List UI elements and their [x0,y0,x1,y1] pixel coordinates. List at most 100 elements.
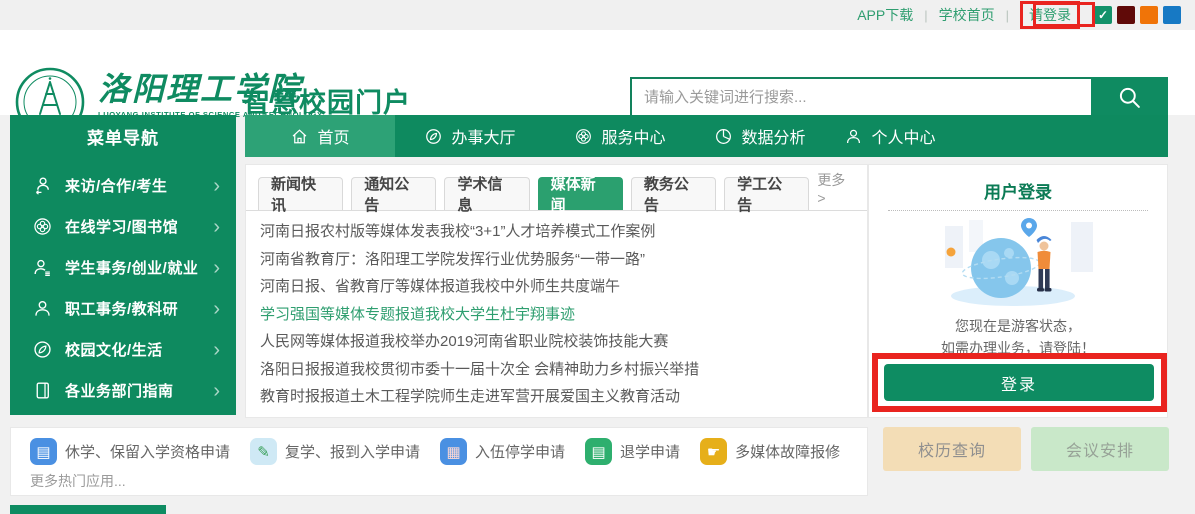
person-icon [844,127,863,146]
sidebar-item-visitors[interactable]: 来访/合作/考生 › [10,165,236,206]
document-icon: ▤ [585,438,612,465]
quick-link-multimedia-repair[interactable]: ☛ 多媒体故障报修 [700,438,840,465]
nav-item-service-hall[interactable]: 办事大厅 [395,115,545,157]
search-icon [1117,85,1143,111]
quick-link-suspend-study[interactable]: ▤ 休学、保留入学资格申请 [30,438,230,465]
sidebar-item-label: 在线学习/图书馆 [65,216,178,237]
green-check-square[interactable]: ✓ [1094,6,1112,24]
please-login-link[interactable]: 请登录 [1029,7,1071,23]
service-flower-icon [574,127,593,146]
chevron-right-icon: › [213,382,220,400]
search-button[interactable] [1091,77,1168,118]
quick-link-military-leave[interactable]: ▦ 入伍停学申请 [440,438,565,465]
quick-link-label: 休学、保留入学资格申请 [65,441,230,462]
chevron-right-icon: › [213,218,220,236]
nav-item-label: 数据分析 [741,124,805,148]
compass-icon [32,339,56,361]
search-bar [630,77,1168,118]
news-item[interactable]: 学习强国等媒体专题报道我校大学生杜宇翔事迹 [260,301,857,329]
school-homepage-link[interactable]: 学校首页 [939,5,995,25]
divider: | [924,8,927,23]
quick-link-resume-study[interactable]: ✎ 复学、报到入学申请 [250,438,420,465]
sidebar-item-campus-culture[interactable]: 校园文化/生活 › [10,329,236,370]
quick-link-label: 复学、报到入学申请 [285,441,420,462]
orange-square[interactable] [1140,6,1158,24]
login-panel-title: 用户登录 [868,178,1168,203]
tab-media-news[interactable]: 媒体新闻 [538,177,623,210]
sidebar-item-label: 来访/合作/考生 [65,175,167,196]
person-icon [32,298,56,320]
tab-academic-affairs[interactable]: 教务公告 [631,177,716,210]
guest-illustration [923,216,1113,311]
sidebar-item-label: 校园文化/生活 [65,339,163,360]
person-figure [1037,236,1052,292]
news-item[interactable]: 洛阳日报报道我校贯彻市委十一届十次全 会精神助力乡村振兴举措 [260,356,857,384]
partial-section-header [10,505,166,514]
sidebar-item-online-learning[interactable]: 在线学习/图书馆 › [10,206,236,247]
quick-link-label: 入伍停学申请 [475,441,565,462]
news-tabs: 新闻快讯 通知公告 学术信息 媒体新闻 教务公告 学工公告 更多> [246,165,867,211]
main-nav: 首页 办事大厅 服务中心 数据分析 [245,115,1168,157]
app-download-link[interactable]: APP下载 [857,5,913,25]
sidebar-item-label: 各业务部门指南 [65,380,174,401]
chevron-right-icon: › [213,259,220,277]
guest-status-line2: 如需办理业务，请登陆！ [868,338,1168,358]
chevron-right-icon: › [213,341,220,359]
nav-item-label: 个人中心 [871,124,935,148]
maroon-square[interactable] [1117,6,1135,24]
news-item[interactable]: 教育时报报道土木工程学院师生走进军营开展爱国主义教育活动 [260,383,857,411]
person-list-icon [32,257,56,279]
sidebar-menu: 来访/合作/考生 › 在线学习/图书馆 › 学生事务/创业/就业 › 职工事务/… [10,157,236,415]
sidebar-item-staff-affairs[interactable]: 职工事务/教科研 › [10,288,236,329]
home-icon [290,127,309,146]
sidebar-item-department-guide[interactable]: 各业务部门指南 › [10,370,236,411]
guest-status-line1: 您现在是游客状态， [868,316,1168,336]
quick-link-label: 退学申请 [620,441,680,462]
meeting-schedule-button[interactable]: 会议安排 [1031,427,1169,471]
news-item[interactable]: 河南日报、省教育厅等媒体报道我校中外师生共度端午 [260,273,857,301]
compass-icon [424,127,443,146]
annotation-box-top-login: 请登录 [1020,1,1080,29]
login-button[interactable]: 登录 [884,364,1154,401]
chevron-right-icon: › [213,177,220,195]
blue-square[interactable] [1163,6,1181,24]
news-panel: 新闻快讯 通知公告 学术信息 媒体新闻 教务公告 学工公告 更多> 河南日报农村… [245,164,868,418]
more-news-link[interactable]: 更多> [817,170,853,206]
news-item[interactable]: 河南日报农村版等媒体发表我校“3+1”人才培养模式工作案例 [260,218,857,246]
chevron-right-icon: › [213,300,220,318]
calculator-icon: ▦ [440,438,467,465]
quick-links-row: ▤ 休学、保留入学资格申请 ✎ 复学、报到入学申请 ▦ 入伍停学申请 ▤ 退学申… [30,438,840,465]
document-pen-icon: ▤ [30,438,57,465]
quick-link-label: 多媒体故障报修 [735,441,840,462]
nav-item-home[interactable]: 首页 [245,115,395,157]
service-flower-icon [32,216,56,238]
quick-link-withdrawal[interactable]: ▤ 退学申请 [585,438,680,465]
theme-color-squares: ✓ [1094,6,1181,24]
nav-item-label: 首页 [317,124,349,148]
sidebar-item-student-affairs[interactable]: 学生事务/创业/就业 › [10,247,236,288]
news-item[interactable]: 河南省教育厅：洛阳理工学院发挥行业优势服务“一带一路” [260,246,857,274]
nav-item-personal-center[interactable]: 个人中心 [825,115,955,157]
tab-student-affairs-notices[interactable]: 学工公告 [724,177,809,210]
tab-news-flash[interactable]: 新闻快讯 [258,177,343,210]
top-utility-bar: APP下载 | 学校首页 | 请登录 ✓ [0,0,1195,30]
person-return-icon [32,175,56,197]
nav-item-label: 服务中心 [601,124,665,148]
calendar-query-button[interactable]: 校历查询 [883,427,1021,471]
pencil-icon: ✎ [250,438,277,465]
divider: | [1006,8,1009,23]
nav-item-label: 办事大厅 [451,124,515,148]
location-pin-icon [1021,218,1037,237]
news-list: 河南日报农村版等媒体发表我校“3+1”人才培养模式工作案例 河南省教育厅：洛阳理… [246,211,867,411]
nav-item-data-analysis[interactable]: 数据分析 [695,115,825,157]
tab-academic-info[interactable]: 学术信息 [444,177,529,210]
tab-notices[interactable]: 通知公告 [351,177,436,210]
sidebar-item-label: 学生事务/创业/就业 [65,257,198,278]
more-hot-apps-link[interactable]: 更多热门应用... [30,471,126,491]
book-icon [32,380,56,402]
dotted-divider [888,210,1148,211]
search-input[interactable] [630,77,1091,118]
menu-nav-header[interactable]: 菜单导航 [10,115,236,157]
nav-item-service-center[interactable]: 服务中心 [545,115,695,157]
news-item[interactable]: 人民网等媒体报道我校举办2019河南省职业院校装饰技能大赛 [260,328,857,356]
